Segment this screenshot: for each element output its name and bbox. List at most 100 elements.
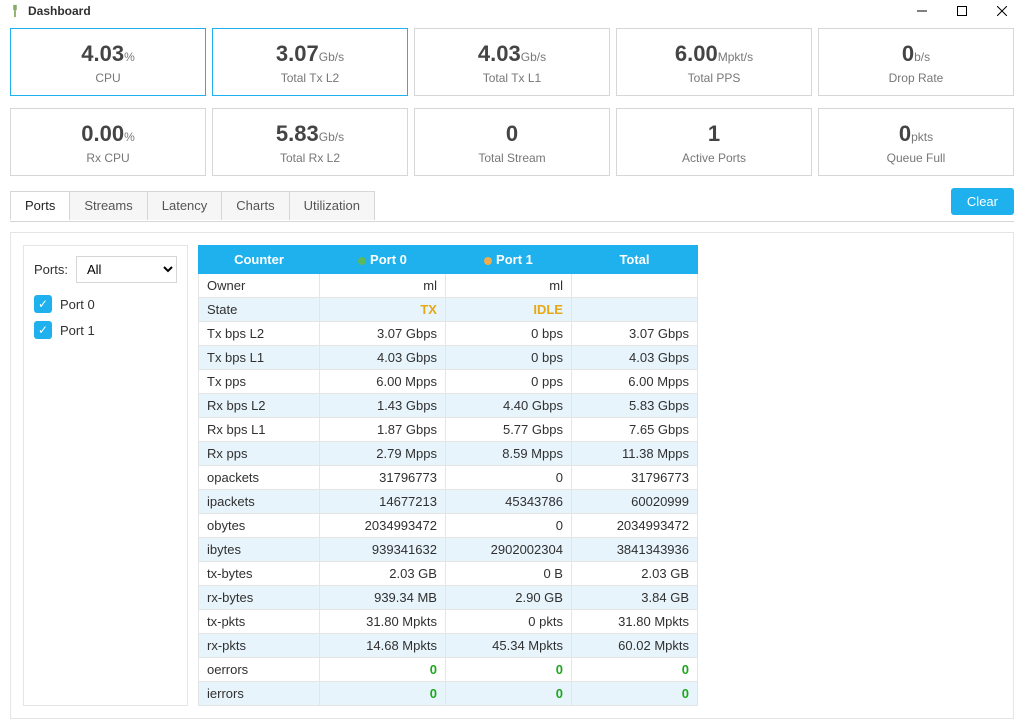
port1-value: 45.34 Mpkts <box>445 634 571 658</box>
table-row: opackets31796773031796773 <box>199 466 698 490</box>
counter-name: obytes <box>199 514 320 538</box>
port0-value: 0 <box>319 682 445 706</box>
tab-latency[interactable]: Latency <box>147 191 223 220</box>
port0-value: 14677213 <box>319 490 445 514</box>
counter-name: oerrors <box>199 658 320 682</box>
counter-name: ierrors <box>199 682 320 706</box>
stat-label: Total Stream <box>419 151 605 165</box>
tab-bar: PortsStreamsLatencyChartsUtilization Cle… <box>10 188 1014 222</box>
stat-card[interactable]: 0b/s Drop Rate <box>818 28 1014 96</box>
table-row: ibytes93934163229020023043841343936 <box>199 538 698 562</box>
close-button[interactable] <box>982 0 1022 22</box>
stat-card[interactable]: 6.00Mpkt/sTotal PPS <box>616 28 812 96</box>
table-row: tx-pkts31.80 Mpkts0 pkts31.80 Mpkts <box>199 610 698 634</box>
table-row: oerrors000 <box>199 658 698 682</box>
stat-value: 4.03% <box>15 41 201 67</box>
col-header: Counter <box>199 246 320 274</box>
total-value: 60.02 Mpkts <box>571 634 697 658</box>
table-row: Tx bps L23.07 Gbps0 bps3.07 Gbps <box>199 322 698 346</box>
port-dot-icon <box>358 257 366 265</box>
port0-value: 1.87 Gbps <box>319 418 445 442</box>
checkbox-label: Port 1 <box>60 323 95 338</box>
stat-card[interactable]: 4.03%CPU <box>10 28 206 96</box>
counters-table-wrap: CounterPort 0Port 1Total OwnermlmlStateT… <box>198 245 1001 706</box>
ports-select[interactable]: All <box>76 256 177 283</box>
port0-value: 2034993472 <box>319 514 445 538</box>
stat-value: 0 <box>419 121 605 147</box>
counters-table: CounterPort 0Port 1Total OwnermlmlStateT… <box>198 245 698 706</box>
table-row: Tx bps L14.03 Gbps0 bps4.03 Gbps <box>199 346 698 370</box>
stat-label: Rx CPU <box>15 151 201 165</box>
port1-value: 4.40 Gbps <box>445 394 571 418</box>
total-value: 3.07 Gbps <box>571 322 697 346</box>
port-checkbox-row[interactable]: ✓Port 1 <box>34 321 177 339</box>
stat-label: Total Tx L2 <box>217 71 403 85</box>
port1-value: ml <box>445 274 571 298</box>
port1-value: 2902002304 <box>445 538 571 562</box>
total-value: 60020999 <box>571 490 697 514</box>
stat-label: Total Rx L2 <box>217 151 403 165</box>
tab-ports[interactable]: Ports <box>10 191 70 220</box>
stat-card[interactable]: 1Active Ports <box>616 108 812 176</box>
titlebar: Dashboard <box>0 0 1024 22</box>
col-header: Port 0 <box>319 246 445 274</box>
total-value: 31796773 <box>571 466 697 490</box>
stat-card[interactable]: 0 Total Stream <box>414 108 610 176</box>
stat-card[interactable]: 0.00%Rx CPU <box>10 108 206 176</box>
tab-utilization[interactable]: Utilization <box>289 191 375 220</box>
port0-value: 0 <box>319 658 445 682</box>
total-value: 4.03 Gbps <box>571 346 697 370</box>
table-row: Rx pps2.79 Mpps8.59 Mpps11.38 Mpps <box>199 442 698 466</box>
port0-value: 939341632 <box>319 538 445 562</box>
counter-name: Rx bps L1 <box>199 418 320 442</box>
clear-button[interactable]: Clear <box>951 188 1014 215</box>
maximize-button[interactable] <box>942 0 982 22</box>
port1-value: 0 pkts <box>445 610 571 634</box>
table-row: Rx bps L21.43 Gbps4.40 Gbps5.83 Gbps <box>199 394 698 418</box>
port1-value: 0 B <box>445 562 571 586</box>
total-value: 0 <box>571 658 697 682</box>
checkbox-label: Port 0 <box>60 297 95 312</box>
stat-value: 0b/s <box>823 41 1009 67</box>
counter-name: Rx bps L2 <box>199 394 320 418</box>
stat-label: Queue Full <box>823 151 1009 165</box>
table-row: Tx pps6.00 Mpps0 pps6.00 Mpps <box>199 370 698 394</box>
stat-value: 1 <box>621 121 807 147</box>
stats-row-2: 0.00%Rx CPU5.83Gb/sTotal Rx L2 0 Total Str… <box>0 102 1024 182</box>
stat-card[interactable]: 0pkts Queue Full <box>818 108 1014 176</box>
table-row: Ownermlml <box>199 274 698 298</box>
total-value: 11.38 Mpps <box>571 442 697 466</box>
table-row: ipackets146772134534378660020999 <box>199 490 698 514</box>
port0-value: 3.07 Gbps <box>319 322 445 346</box>
stat-card[interactable]: 5.83Gb/sTotal Rx L2 <box>212 108 408 176</box>
port0-value: 1.43 Gbps <box>319 394 445 418</box>
stat-card[interactable]: 3.07Gb/sTotal Tx L2 <box>212 28 408 96</box>
total-value: 7.65 Gbps <box>571 418 697 442</box>
total-value <box>571 298 697 322</box>
tab-charts[interactable]: Charts <box>221 191 289 220</box>
stat-value: 0pkts <box>823 121 1009 147</box>
table-row: Rx bps L11.87 Gbps5.77 Gbps7.65 Gbps <box>199 418 698 442</box>
counter-name: Rx pps <box>199 442 320 466</box>
minimize-button[interactable] <box>902 0 942 22</box>
total-value <box>571 274 697 298</box>
tab-streams[interactable]: Streams <box>69 191 147 220</box>
ports-panel: Ports: All ✓Port 0✓Port 1 CounterPort 0P… <box>10 232 1014 719</box>
stat-label: Drop Rate <box>823 71 1009 85</box>
total-value: 31.80 Mpkts <box>571 610 697 634</box>
port1-value: 2.90 GB <box>445 586 571 610</box>
port-checkbox-row[interactable]: ✓Port 0 <box>34 295 177 313</box>
port0-value: 6.00 Mpps <box>319 370 445 394</box>
counter-name: Tx bps L1 <box>199 346 320 370</box>
port1-value: 45343786 <box>445 490 571 514</box>
port1-value: 0 bps <box>445 346 571 370</box>
stat-value: 4.03Gb/s <box>419 41 605 67</box>
port0-value: 2.03 GB <box>319 562 445 586</box>
counter-name: ipackets <box>199 490 320 514</box>
port1-value: 0 <box>445 466 571 490</box>
counter-name: tx-pkts <box>199 610 320 634</box>
stat-card[interactable]: 4.03Gb/sTotal Tx L1 <box>414 28 610 96</box>
table-row: tx-bytes2.03 GB0 B2.03 GB <box>199 562 698 586</box>
counter-name: tx-bytes <box>199 562 320 586</box>
port1-value: 0 <box>445 658 571 682</box>
